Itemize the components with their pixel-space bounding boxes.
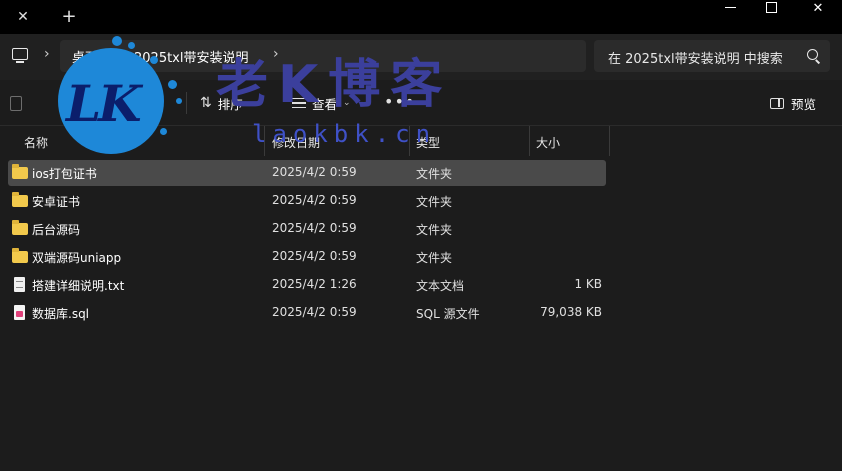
file-size: 1 KB — [574, 277, 602, 291]
file-row[interactable]: 搭建详细说明.txt 2025/4/2 1:26 文本文档 1 KB — [8, 272, 606, 298]
file-date: 2025/4/2 0:59 — [272, 249, 357, 263]
sort-button[interactable]: ⇅ 排序 ⌄ — [200, 92, 256, 114]
column-header-size[interactable]: 大小 — [536, 134, 560, 151]
more-options-button[interactable]: ••• — [384, 92, 415, 111]
search-icon[interactable] — [807, 49, 818, 60]
sort-icon: ⇅ — [200, 95, 212, 111]
file-type: 文件夹 — [416, 167, 453, 181]
file-name: ios打包证书 — [32, 167, 97, 181]
file-name: 数据库.sql — [32, 307, 90, 321]
file-date: 2025/4/2 0:59 — [272, 221, 357, 235]
folder-icon — [12, 248, 28, 263]
search-input[interactable]: 在 2025txl带安装说明 中搜索 — [594, 40, 830, 72]
file-type: 文件夹 — [416, 223, 453, 237]
search-placeholder: 在 2025txl带安装说明 中搜索 — [608, 52, 783, 67]
column-divider[interactable] — [609, 126, 610, 156]
column-divider[interactable] — [409, 126, 410, 156]
title-bar: ✕ + ✕ — [0, 0, 842, 34]
file-type: 文件夹 — [416, 251, 453, 265]
file-row[interactable]: 安卓证书 2025/4/2 0:59 文件夹 — [8, 188, 606, 214]
command-bar: ⇅ 排序 ⌄ 查看 ⌄ ••• 预览 — [0, 80, 842, 126]
file-row[interactable]: 后台源码 2025/4/2 0:59 文件夹 — [8, 216, 606, 242]
file-name: 双端源码uniapp — [32, 251, 122, 265]
sql-file-icon — [14, 305, 25, 320]
file-row[interactable]: 双端源码uniapp 2025/4/2 0:59 文件夹 — [8, 244, 606, 270]
file-size: 79,038 KB — [540, 305, 602, 319]
file-name: 搭建详细说明.txt — [32, 279, 125, 293]
file-row[interactable]: ios打包证书 2025/4/2 0:59 文件夹 — [8, 160, 606, 186]
preview-label: 预览 — [791, 96, 817, 112]
column-divider[interactable] — [529, 126, 530, 156]
chevron-right-icon[interactable]: › — [273, 46, 279, 62]
clipboard-icon[interactable] — [10, 96, 22, 111]
chevron-down-icon: ⌄ — [343, 98, 351, 108]
file-type: 文件夹 — [416, 195, 453, 209]
file-explorer-window: ✕ + ✕ › 桌面 › 2025txl带安装说明 › 在 2025txl带安装… — [0, 0, 842, 471]
folder-icon — [12, 220, 28, 235]
this-pc-icon[interactable] — [12, 48, 28, 63]
file-type: SQL 源文件 — [416, 307, 480, 321]
file-row[interactable]: 数据库.sql 2025/4/2 0:59 SQL 源文件 79,038 KB — [8, 300, 606, 326]
divider — [186, 92, 187, 114]
breadcrumb-current-folder[interactable]: 2025txl带安装说明 — [134, 47, 249, 66]
file-date: 2025/4/2 1:26 — [272, 277, 357, 291]
column-header-name[interactable]: 名称 — [24, 134, 48, 151]
minimize-button[interactable] — [712, 0, 750, 16]
chevron-right-icon[interactable]: › — [120, 46, 126, 62]
chevron-right-icon[interactable]: › — [44, 46, 50, 62]
preview-pane-icon — [770, 97, 784, 109]
file-date: 2025/4/2 0:59 — [272, 165, 357, 179]
breadcrumb-desktop[interactable]: 桌面 — [72, 47, 98, 66]
folder-icon — [12, 164, 28, 179]
column-header-date[interactable]: 修改日期 — [272, 134, 320, 151]
maximize-button[interactable] — [753, 0, 791, 16]
file-type: 文本文档 — [416, 279, 465, 293]
file-name: 安卓证书 — [32, 195, 81, 209]
file-name: 后台源码 — [32, 223, 81, 237]
folder-icon — [12, 192, 28, 207]
file-date: 2025/4/2 0:59 — [272, 305, 357, 319]
view-label: 查看 — [312, 96, 338, 112]
preview-pane-button[interactable]: 预览 — [770, 92, 816, 114]
column-divider[interactable] — [264, 126, 265, 156]
close-tab-icon[interactable]: ✕ — [12, 7, 34, 27]
close-window-button[interactable]: ✕ — [798, 0, 838, 16]
column-header-row: 名称 修改日期 类型 大小 — [0, 126, 842, 156]
view-icon — [292, 98, 306, 108]
sort-label: 排序 — [217, 96, 243, 112]
view-button[interactable]: 查看 ⌄ — [292, 92, 351, 114]
column-header-type[interactable]: 类型 — [416, 134, 440, 151]
address-row: › 桌面 › 2025txl带安装说明 › 在 2025txl带安装说明 中搜索 — [0, 34, 842, 80]
new-tab-button[interactable]: + — [58, 6, 80, 27]
file-date: 2025/4/2 0:59 — [272, 193, 357, 207]
chevron-down-icon: ⌄ — [248, 98, 257, 108]
text-file-icon — [14, 277, 25, 292]
